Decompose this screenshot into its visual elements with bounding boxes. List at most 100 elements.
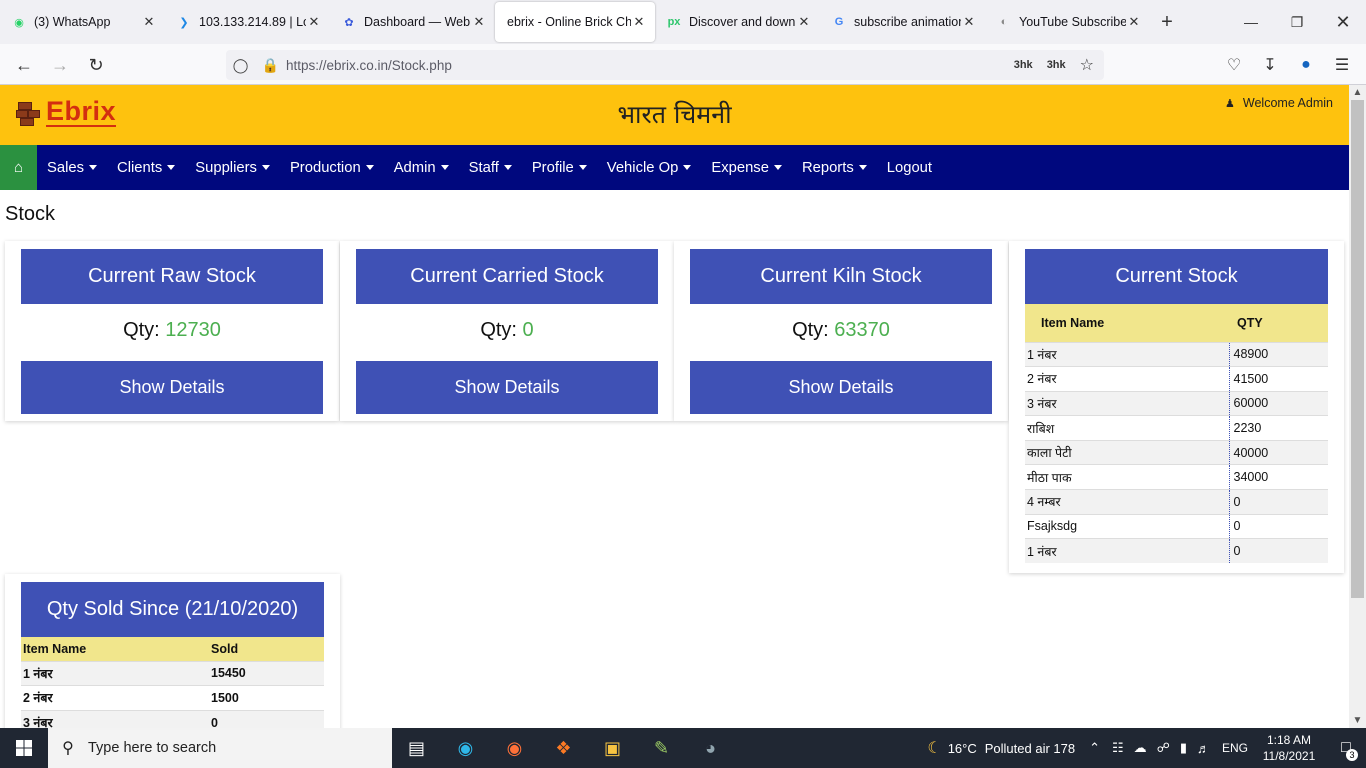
hamburger-menu-icon[interactable]: ☰	[1331, 54, 1353, 76]
url-bar[interactable]: ◯ 🔒 https://ebrix.co.in/Stock.php 3hk 3h…	[226, 50, 1104, 80]
windows-start-icon[interactable]	[0, 728, 48, 768]
stock-card: Current Kiln Stock Qty: 63370 Show Details	[674, 241, 1008, 421]
menu-item-vehicle-op[interactable]: Vehicle Op	[597, 145, 702, 190]
extension-label[interactable]: 3hk	[1047, 59, 1066, 71]
menu-item-production[interactable]: Production	[280, 145, 384, 190]
notepad-icon[interactable]: ✎	[637, 728, 686, 768]
tab-close-icon[interactable]: ✕	[631, 14, 647, 30]
tab-label: (3) WhatsApp	[34, 15, 111, 29]
youtube-tab-icon: ◐	[1000, 16, 1008, 28]
onedrive-icon[interactable]: ☁	[1134, 740, 1147, 756]
air-quality[interactable]: Polluted air 178	[985, 741, 1075, 756]
menu-item-label: Vehicle Op	[606, 159, 679, 176]
table-row: 3 नंबर 60000	[1025, 390, 1328, 416]
show-details-button[interactable]: Show Details	[356, 361, 658, 414]
clock[interactable]: 1:18 AM 11/8/2021	[1252, 732, 1326, 764]
bookmark-star-icon[interactable]: ☆	[1080, 55, 1094, 75]
tab-close-icon[interactable]: ✕	[471, 14, 487, 30]
tab-close-icon[interactable]: ✕	[141, 14, 157, 30]
menu-item-admin[interactable]: Admin	[384, 145, 459, 190]
shield-icon[interactable]: ◯	[233, 57, 249, 74]
tab-close-icon[interactable]: ✕	[1126, 14, 1142, 30]
qty-sold-title: Qty Sold Since (21/10/2020)	[21, 582, 324, 637]
minimize-icon[interactable]: —	[1228, 0, 1274, 44]
globe-app-icon[interactable]: ◕	[686, 728, 735, 768]
new-tab-icon[interactable]: +	[1150, 2, 1184, 42]
edge-icon[interactable]: ◉	[441, 728, 490, 768]
close-window-icon[interactable]: ✕	[1320, 0, 1366, 44]
browser-tab[interactable]: Gsubscribe animation ✕	[820, 2, 985, 42]
notification-icon[interactable]: □ 3	[1326, 739, 1366, 761]
browser-tab[interactable]: ✿ Dashboard — Webmin✕	[330, 2, 495, 42]
scroll-down-icon[interactable]: ▼	[1349, 713, 1366, 728]
menu-item-staff[interactable]: Staff	[459, 145, 522, 190]
table-cell: 60000	[1228, 390, 1328, 416]
reload-icon[interactable]: ↻	[83, 52, 109, 78]
table-header-cell: Item Name	[1025, 304, 1229, 342]
menu-item-suppliers[interactable]: Suppliers	[185, 145, 280, 190]
welcome-user[interactable]: ♟ Welcome Admin	[1225, 96, 1333, 110]
task-view-icon[interactable]: ▤	[392, 728, 441, 768]
stock-qty: Qty: 12730	[5, 319, 339, 342]
table-header-row: Item Name QTY	[1025, 304, 1328, 342]
download-icon[interactable]: ↧	[1259, 54, 1281, 76]
tab-label: Discover and download	[689, 15, 796, 29]
stock-card: Current Carried Stock Qty: 0 Show Details	[340, 241, 674, 421]
firefox-icon[interactable]: ◉	[490, 728, 539, 768]
weather-temp[interactable]: 16°C	[948, 741, 977, 756]
google-icon: G	[834, 16, 844, 28]
lock-icon[interactable]: 🔒	[262, 57, 279, 74]
volume-icon[interactable]: ♬	[1197, 741, 1210, 756]
device-icon[interactable]: ☍	[1157, 740, 1170, 756]
browser-tab[interactable]: ◐ YouTube Subscribe Button✕	[985, 2, 1150, 42]
url-text[interactable]: https://ebrix.co.in/Stock.php	[286, 58, 1014, 73]
browser-tab[interactable]: px Discover and download✕	[655, 2, 820, 42]
tab-close-icon[interactable]: ✕	[961, 14, 977, 30]
browser-tab[interactable]: ❯ 103.133.214.89 | Login✕	[165, 2, 330, 42]
home-icon[interactable]: ⌂	[0, 145, 37, 190]
table-cell: 2 नंबर	[21, 685, 209, 711]
menu-item-label: Profile	[531, 159, 574, 176]
menu-item-reports[interactable]: Reports	[792, 145, 877, 190]
page-scrollbar[interactable]: ▲ ▼	[1349, 85, 1366, 728]
menu-item-expense[interactable]: Expense	[701, 145, 792, 190]
xampp-icon[interactable]: ❖	[539, 728, 588, 768]
table-cell: Fsajksdg	[1025, 513, 1229, 539]
show-details-button[interactable]: Show Details	[21, 361, 323, 414]
page-title: Stock	[5, 203, 56, 225]
tab-close-icon[interactable]: ✕	[796, 14, 812, 30]
forward-icon[interactable]: →	[47, 52, 73, 78]
qty-sold-table: Item Name Sold 1 नंबर 15450 2 नंबर 1500 3 नंबर…	[21, 637, 324, 728]
menu-item-logout[interactable]: Logout	[877, 145, 942, 190]
pixabay-icon: px	[667, 16, 681, 28]
tray-chevron-up-icon[interactable]: ⌃	[1089, 740, 1100, 756]
menu-item-sales[interactable]: Sales	[37, 145, 107, 190]
account-icon[interactable]: ●	[1295, 54, 1317, 76]
caret-down-icon	[365, 165, 374, 170]
caret-down-icon	[773, 165, 782, 170]
browser-tab[interactable]: ◉ (3) WhatsApp ✕	[0, 2, 165, 42]
tab-close-icon[interactable]: ✕	[306, 14, 322, 30]
taskbar-search[interactable]: ⚲ Type here to search	[48, 728, 392, 768]
qty-label: Qty:	[480, 319, 523, 341]
pocket-icon[interactable]: ♡	[1223, 54, 1245, 76]
menu-item-profile[interactable]: Profile	[522, 145, 597, 190]
back-icon[interactable]: ←	[11, 52, 37, 78]
extension-label[interactable]: 3hk	[1014, 59, 1033, 71]
scroll-thumb[interactable]	[1351, 100, 1364, 598]
whatsapp-icon: ◉	[14, 16, 24, 29]
file-explorer-icon[interactable]: ▣	[588, 728, 637, 768]
table-row: 2 नंबर 1500	[21, 685, 324, 711]
show-details-button[interactable]: Show Details	[690, 361, 992, 414]
clock-time: 1:18 AM	[1266, 733, 1312, 747]
browser-tab[interactable]: ebrix - Online Brick Chimney✕	[495, 2, 655, 42]
table-cell: 0	[1228, 489, 1328, 515]
language-indicator[interactable]: ENG	[1222, 741, 1248, 755]
battery-icon[interactable]: ▮	[1180, 740, 1187, 756]
restore-icon[interactable]: ❐	[1274, 0, 1320, 44]
weather-icon[interactable]: ☾	[927, 738, 941, 758]
tab-label: Dashboard — Webmin	[364, 15, 471, 29]
scroll-up-icon[interactable]: ▲	[1349, 85, 1366, 100]
menu-item-clients[interactable]: Clients	[107, 145, 185, 190]
network-icon[interactable]: ☷	[1112, 740, 1124, 756]
